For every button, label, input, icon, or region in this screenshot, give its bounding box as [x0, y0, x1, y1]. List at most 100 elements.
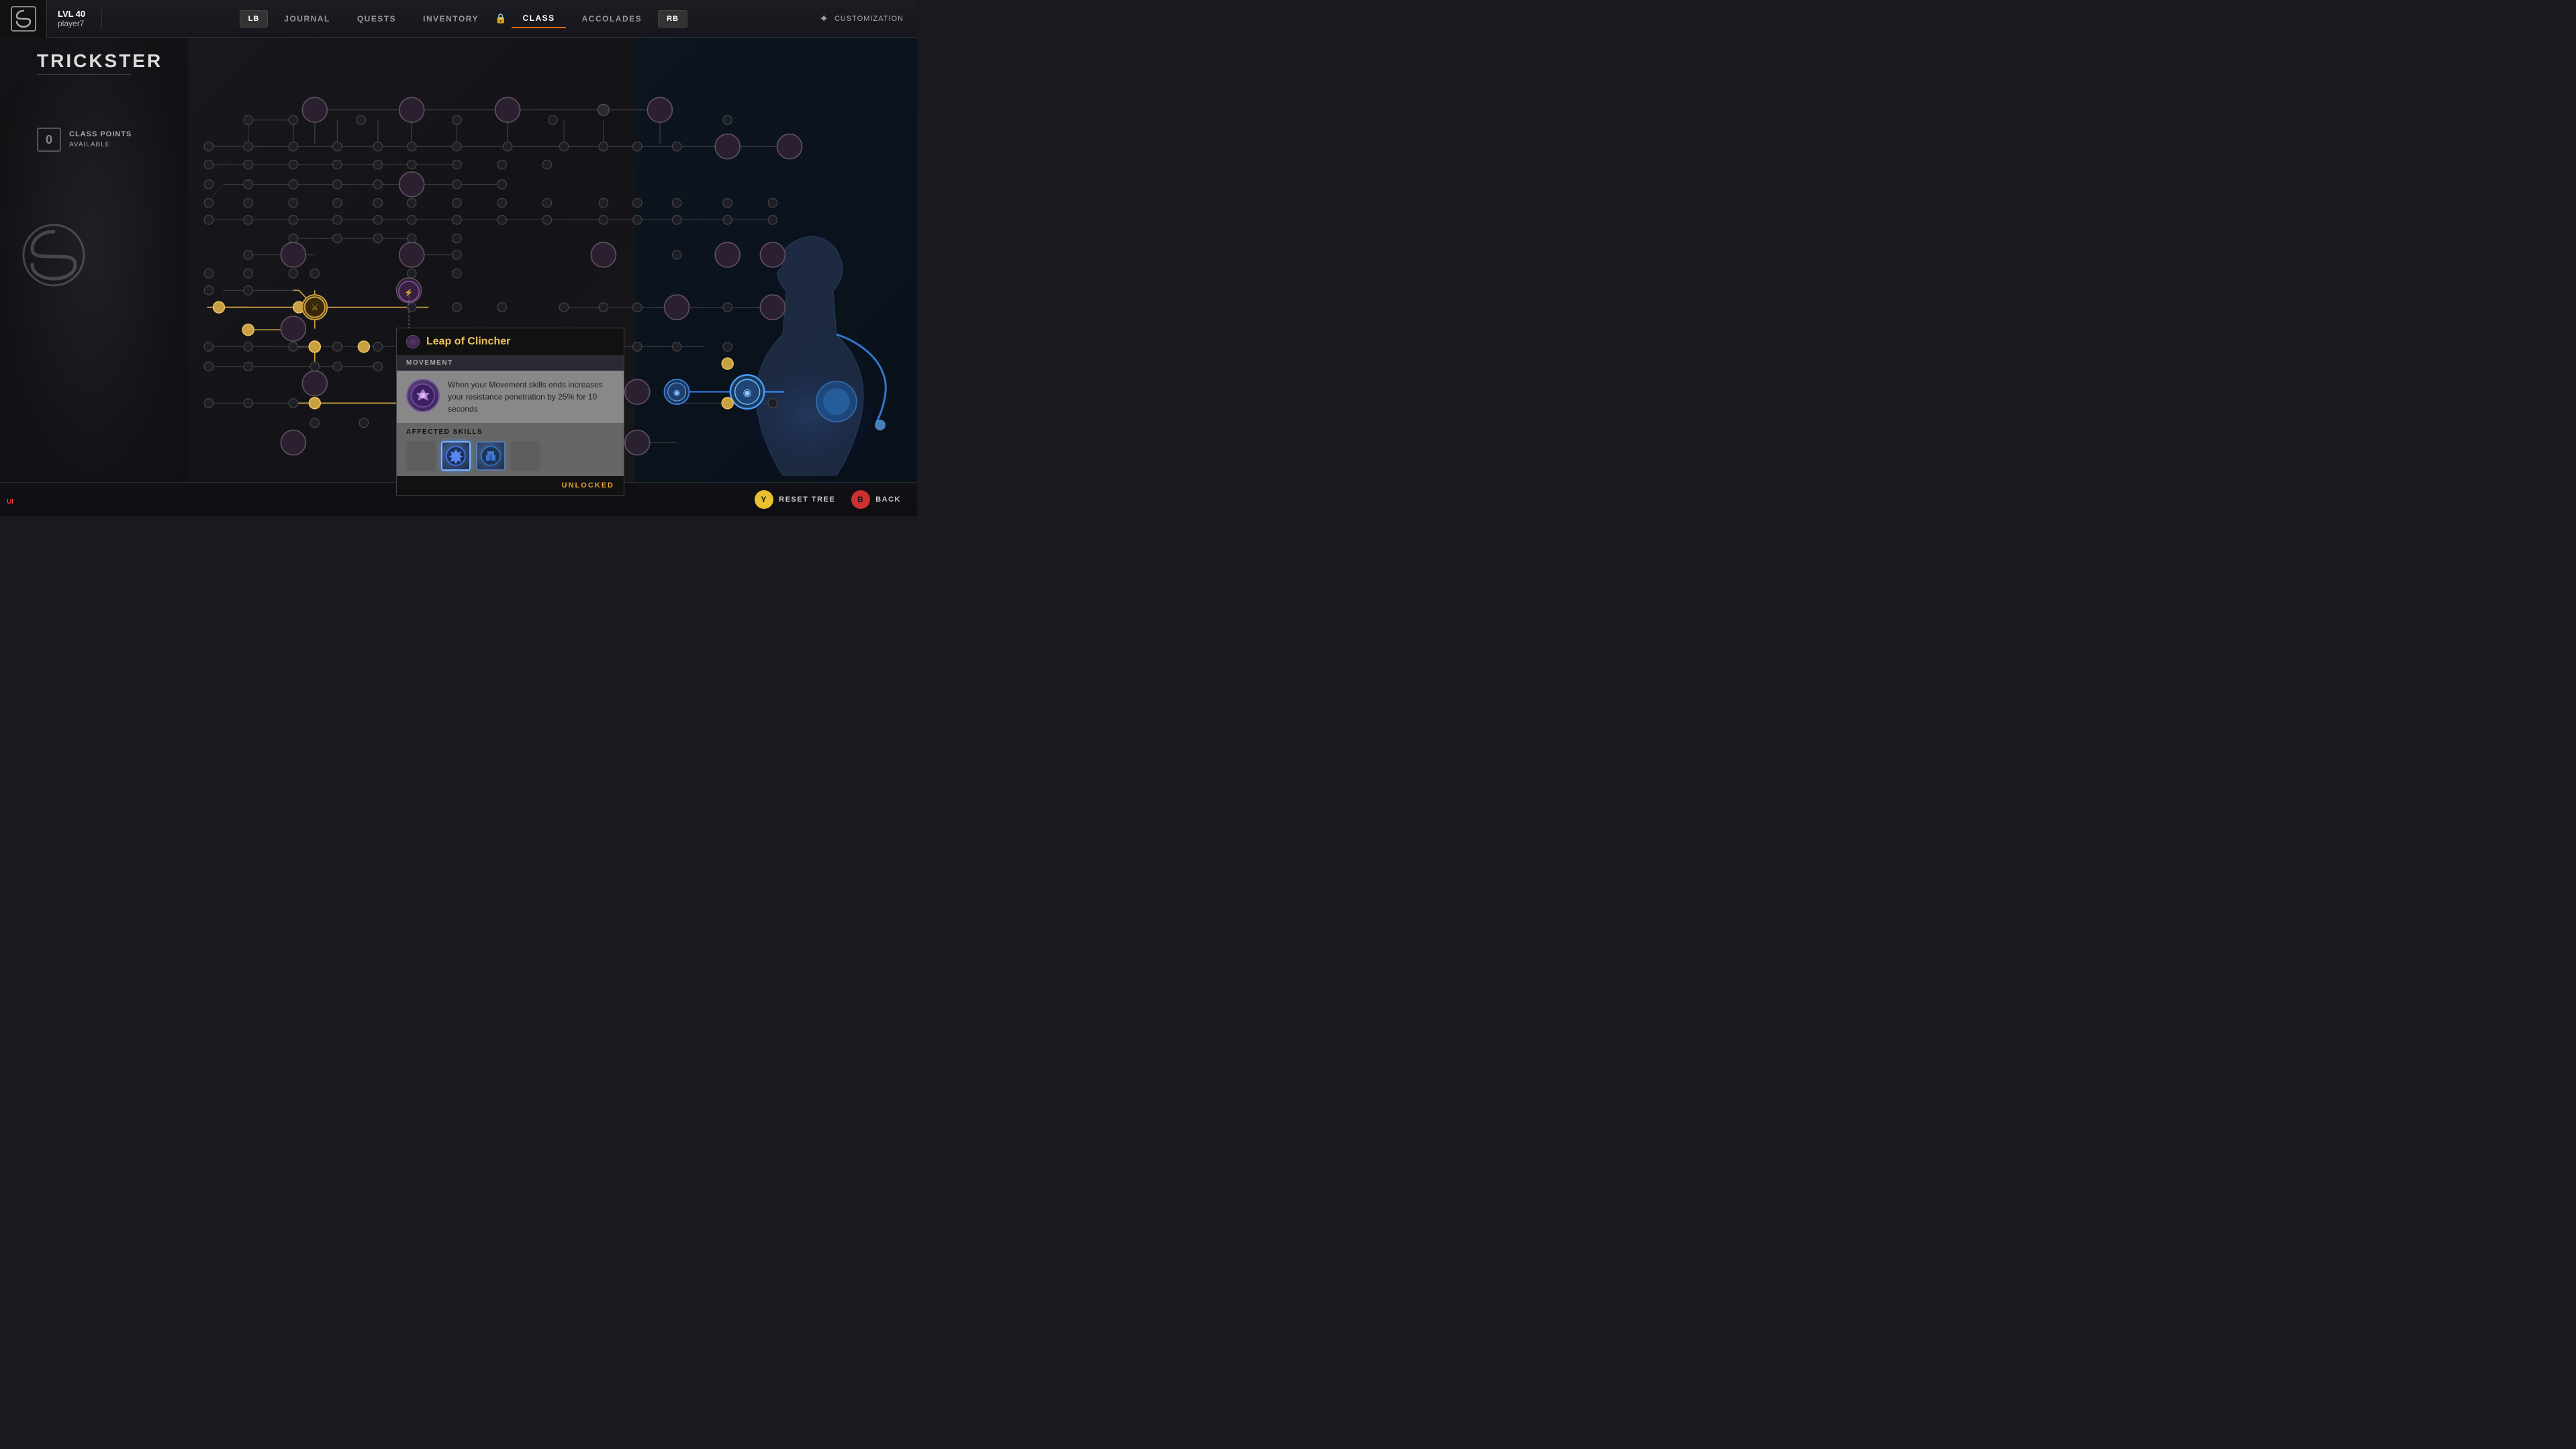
y-button[interactable]: Y [755, 490, 773, 509]
skill-r4-large [399, 172, 424, 197]
nav-inventory[interactable]: INVENTORY [412, 10, 489, 28]
points-text: CLASS POINTS AVAILABLE [69, 130, 132, 149]
skill-gold-6 [358, 341, 369, 353]
skill-r6-4 [333, 216, 342, 224]
tooltip-affected-label: AFFECTED SKILLS [406, 428, 614, 436]
skill-r10-2 [244, 286, 252, 295]
skill-node-1-5 [647, 97, 672, 122]
skill-r15-large [302, 371, 327, 396]
level-label: LVL [58, 9, 74, 19]
skill-small-1-6 [723, 115, 732, 124]
skill-node-1-3 [495, 97, 520, 122]
skill-r3-1 [204, 160, 213, 169]
skill-r5-7 [452, 198, 461, 207]
back-action[interactable]: B BACK [851, 490, 901, 509]
nav-class[interactable]: CLASS [512, 9, 565, 28]
skill-gold-5 [309, 341, 320, 353]
affected-icon-placeholder [406, 441, 436, 471]
skill-r14-4 [333, 362, 342, 371]
affected-icon-1[interactable] [441, 441, 471, 471]
skill-node-1-4 [598, 104, 609, 115]
skill-r6-1 [204, 216, 213, 224]
logo-icon [13, 8, 34, 30]
skill-small-1-3 [356, 115, 365, 124]
skill-r6-6 [408, 216, 416, 224]
reset-tree-action[interactable]: Y RESET TREE [755, 490, 835, 509]
skill-r14-1 [204, 362, 213, 371]
skill-r9-6 [452, 269, 461, 277]
skill-r8-2 [452, 250, 461, 259]
svg-text:◉: ◉ [743, 387, 751, 398]
skill-r3-9 [542, 160, 551, 169]
affected-icon-2[interactable] [476, 441, 506, 471]
skill-node-1-1 [302, 97, 327, 122]
level-value: 40 [76, 9, 85, 19]
skill-r8-large4 [715, 242, 740, 267]
skill-tooltip: Leap of Clincher MOVEMENT When your Move… [396, 328, 624, 496]
skill-r2-11 [633, 142, 642, 150]
skill-r7-1 [289, 234, 297, 242]
skill-r5-13 [723, 198, 732, 207]
skill-r14-2 [244, 362, 252, 371]
skill-r5-14 [768, 198, 777, 207]
skill-r7-4 [408, 234, 416, 242]
skill-r15-1 [204, 399, 213, 408]
tooltip-status: UNLOCKED [562, 481, 614, 489]
skill-r2-large2 [777, 134, 802, 159]
nav-lb-button[interactable]: LB [240, 10, 269, 28]
nav-quests[interactable]: QUESTS [346, 10, 407, 28]
skill-r7-3 [373, 234, 382, 242]
b-button[interactable]: B [851, 490, 870, 509]
skill-r11-large [665, 295, 689, 320]
skill-r2-1 [204, 142, 213, 150]
skill-r11-3 [497, 303, 506, 312]
tooltip-affected-icons [406, 441, 614, 471]
skill-r5-12 [672, 198, 681, 207]
skill-r9-3 [289, 269, 297, 277]
skill-r6-3 [289, 216, 297, 224]
ui-debug: UI [7, 498, 13, 506]
skill-r8-large2 [399, 242, 424, 267]
skill-r9-2 [244, 269, 252, 277]
skill-gold-9 [309, 398, 320, 409]
skill-gold-12 [722, 358, 733, 369]
skill-r3-4 [333, 160, 342, 169]
svg-text:◉: ◉ [673, 389, 680, 398]
skill-r7-5 [452, 234, 461, 242]
nav-journal[interactable]: JOURNAL [273, 10, 341, 28]
points-label-1: CLASS POINTS [69, 130, 132, 140]
skill-r8-large3 [591, 242, 616, 267]
skill-r11-6 [633, 303, 642, 312]
nav-rb-button[interactable]: RB [658, 10, 687, 28]
skill-r4-7 [452, 180, 461, 189]
skill-r13-10 [723, 342, 732, 351]
logo-circle [11, 6, 36, 32]
skill-r4-5 [373, 180, 382, 189]
skill-small-1-5 [548, 115, 557, 124]
skill-r11-7 [723, 303, 732, 312]
customization-label: CUSTOMIZATION [834, 15, 904, 23]
skill-r5-3 [289, 198, 297, 207]
skill-r5-6 [408, 198, 416, 207]
customization-icon: ✦ [820, 12, 829, 26]
reset-tree-label: RESET TREE [779, 496, 835, 504]
skill-gold-11 [722, 398, 733, 409]
skill-r2-10 [599, 142, 608, 150]
tooltip-desc-area: When your Movement skills ends increases… [397, 371, 624, 423]
skill-r13-2 [244, 342, 252, 351]
skill-r5-2 [244, 198, 252, 207]
skill-node-1-2 [399, 97, 424, 122]
skill-r4-2 [244, 180, 252, 189]
skill-r13-3 [289, 342, 297, 351]
nav-accolades[interactable]: ACCOLADES [571, 10, 653, 28]
customization-button[interactable]: ✦ CUSTOMIZATION [820, 12, 917, 26]
skill-r6-8 [497, 216, 506, 224]
skill-r3-7 [452, 160, 461, 169]
lock-icon: 🔒 [495, 13, 506, 24]
skill-r2-5 [373, 142, 382, 150]
tooltip-footer: UNLOCKED [397, 476, 624, 495]
skill-r12-large [281, 316, 305, 341]
skill-r8-1 [244, 250, 252, 259]
skill-gold-4 [242, 324, 254, 336]
skill-r9-4 [310, 269, 319, 277]
